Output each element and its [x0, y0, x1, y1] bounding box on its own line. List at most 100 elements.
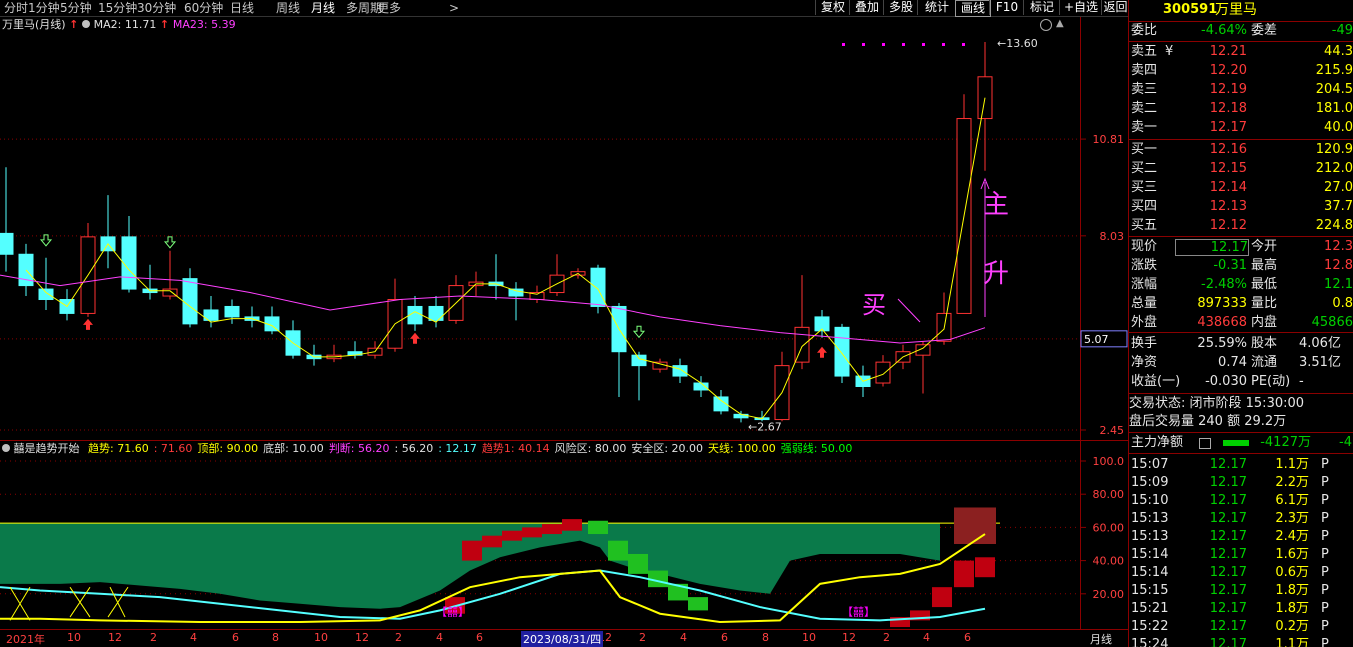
- period-tab-3[interactable]: 15分钟: [98, 0, 137, 16]
- stat-value: 0.8: [1332, 296, 1353, 311]
- tick-price: 12.17: [1209, 475, 1247, 490]
- weibi-row: 委比 -4.64% 委差 -49: [1129, 22, 1353, 40]
- toolbar-button-6[interactable]: 标记: [1023, 0, 1060, 15]
- tick-row[interactable]: 15:24 12.17 1.1万 P: [1129, 636, 1353, 647]
- bid-row[interactable]: 买五 12.12 224.8: [1129, 217, 1353, 235]
- tick-row[interactable]: 15:15 12.17 1.8万 P: [1129, 582, 1353, 600]
- ask-row[interactable]: 卖三 12.19 204.5: [1129, 81, 1353, 99]
- ask-row[interactable]: 卖五 12.21 44.3 ¥: [1129, 43, 1353, 61]
- ask-volume: 181.0: [1315, 101, 1353, 116]
- tick-flag: P: [1321, 637, 1329, 647]
- bid-label: 买五: [1131, 218, 1158, 233]
- x-tick-label: 8: [762, 631, 769, 644]
- toolbar-button-2[interactable]: 多股: [883, 0, 918, 15]
- ask-price: 12.20: [1209, 63, 1247, 78]
- tick-row[interactable]: 15:09 12.17 2.2万 P: [1129, 474, 1353, 492]
- ask-label: 卖三: [1131, 82, 1158, 97]
- ask-row[interactable]: 卖一 12.17 40.0: [1129, 119, 1353, 137]
- tick-row[interactable]: 15:14 12.17 0.6万 P: [1129, 564, 1353, 582]
- more-chevron-icon[interactable]: >: [449, 0, 459, 16]
- fundamental-label: 股本: [1251, 336, 1278, 351]
- period-tab-7[interactable]: 周线: [276, 0, 300, 16]
- signal-block: [562, 519, 582, 531]
- toolbar-button-3[interactable]: 统计: [917, 0, 956, 15]
- tick-volume: 6.1万: [1275, 493, 1309, 508]
- tick-time: 15:15: [1131, 583, 1169, 598]
- fundamental-label: 换手: [1131, 336, 1158, 351]
- bid-volume: 212.0: [1315, 161, 1353, 176]
- indicator-chart[interactable]: 100.0 80.00 60.00 40.00 20.00 【囍】 【囍】: [0, 455, 1128, 629]
- tick-row[interactable]: 15:14 12.17 1.6万 P: [1129, 546, 1353, 564]
- tick-row[interactable]: 15:13 12.17 2.4万 P: [1129, 528, 1353, 546]
- currency-icon: ¥: [1165, 44, 1174, 59]
- signal-block: [588, 520, 608, 535]
- period-tab-8[interactable]: 月线: [311, 0, 335, 16]
- toolbar-button-4[interactable]: 画线: [955, 0, 991, 17]
- toolbar-button-0[interactable]: 复权: [815, 0, 850, 15]
- period-tab-10[interactable]: 更多: [377, 0, 401, 16]
- x-tick-label: 6: [721, 631, 728, 644]
- tick-time: 15:13: [1131, 529, 1169, 544]
- period-tab-4[interactable]: 30分钟: [137, 0, 176, 16]
- high-label: ←13.60: [997, 37, 1038, 50]
- toolbar-button-5[interactable]: F10: [989, 0, 1024, 15]
- bid-row[interactable]: 买四 12.13 37.7: [1129, 198, 1353, 216]
- cursor-date-label: 2023/08/31/四: [521, 631, 604, 647]
- period-tab-0[interactable]: 分时: [4, 0, 28, 16]
- ask-label: 卖四: [1131, 63, 1158, 78]
- bid-price: 12.15: [1209, 161, 1247, 176]
- net-bar: [1223, 440, 1249, 446]
- indicator-value-3: 底部: 10.00: [263, 442, 324, 455]
- tick-row[interactable]: 15:07 12.17 1.1万 P: [1129, 456, 1353, 474]
- toolbar-button-8[interactable]: 返回: [1101, 0, 1129, 15]
- period-tab-5[interactable]: 60分钟: [184, 0, 223, 16]
- tick-price: 12.17: [1209, 637, 1247, 647]
- right-toolbar: 复权 叠加 多股 统计 画线 F10 标记 +自选 返回: [815, 0, 1129, 17]
- toolbar-button-1[interactable]: 叠加: [849, 0, 884, 15]
- tick-price: 12.17: [1209, 619, 1247, 634]
- main-net-row[interactable]: 主力净额 -4127万 -4: [1129, 434, 1353, 452]
- stat-label: 现价: [1131, 239, 1158, 254]
- candle-body: [834, 326, 850, 377]
- period-label[interactable]: 月线: [1090, 631, 1112, 647]
- signal-dot: [922, 43, 925, 46]
- tick-volume: 2.2万: [1275, 475, 1309, 490]
- sheng-annotation: 升: [983, 259, 1009, 289]
- bid-row[interactable]: 买一 12.16 120.9: [1129, 141, 1353, 159]
- ask-label: 卖五: [1131, 44, 1158, 59]
- candlestick-chart[interactable]: 10.818.035.072.455.07←13.60←2.67买主升: [0, 17, 1128, 440]
- candle-body: [693, 382, 709, 391]
- tick-price: 12.17: [1209, 583, 1247, 598]
- period-tab-6[interactable]: 日线: [230, 0, 254, 16]
- tick-flag: P: [1321, 565, 1329, 580]
- stat-value: 12.3: [1324, 239, 1353, 254]
- toolbar-button-7[interactable]: +自选: [1059, 0, 1102, 15]
- bid-price: 12.16: [1209, 142, 1247, 157]
- stat-label: 最高: [1251, 258, 1278, 273]
- signal-block: [482, 535, 502, 548]
- stat-value: 12.17: [1175, 239, 1249, 256]
- main-net-label: 主力净额: [1131, 435, 1184, 450]
- current-price-text: 5.07: [1084, 333, 1109, 346]
- candle-body: [875, 361, 891, 384]
- bid-row[interactable]: 买三 12.14 27.0: [1129, 179, 1353, 197]
- fundamental-value: 0.74: [1218, 355, 1247, 370]
- tick-row[interactable]: 15:13 12.17 2.3万 P: [1129, 510, 1353, 528]
- tick-row[interactable]: 15:21 12.17 1.8万 P: [1129, 600, 1353, 618]
- period-tab-2[interactable]: 5分钟: [60, 0, 92, 16]
- tick-row[interactable]: 15:10 12.17 6.1万 P: [1129, 492, 1353, 510]
- ask-row[interactable]: 卖二 12.18 181.0: [1129, 100, 1353, 118]
- x-tick-label: 4: [436, 631, 443, 644]
- period-tab-1[interactable]: 1分钟: [28, 0, 60, 16]
- bid-row[interactable]: 买二 12.15 212.0: [1129, 160, 1353, 178]
- tick-row[interactable]: 15:22 12.17 0.2万 P: [1129, 618, 1353, 636]
- ask-row[interactable]: 卖四 12.20 215.9: [1129, 62, 1353, 80]
- tick-flag: P: [1321, 511, 1329, 526]
- indicator-value-10: 天线: 100.00: [708, 442, 776, 455]
- tick-time: 15:14: [1131, 565, 1169, 580]
- stat-value: -0.31: [1213, 258, 1247, 273]
- x-tick-label: 10: [67, 631, 81, 644]
- signal-block: [542, 524, 562, 535]
- list-icon[interactable]: [1199, 438, 1211, 449]
- tick-price: 12.17: [1209, 565, 1247, 580]
